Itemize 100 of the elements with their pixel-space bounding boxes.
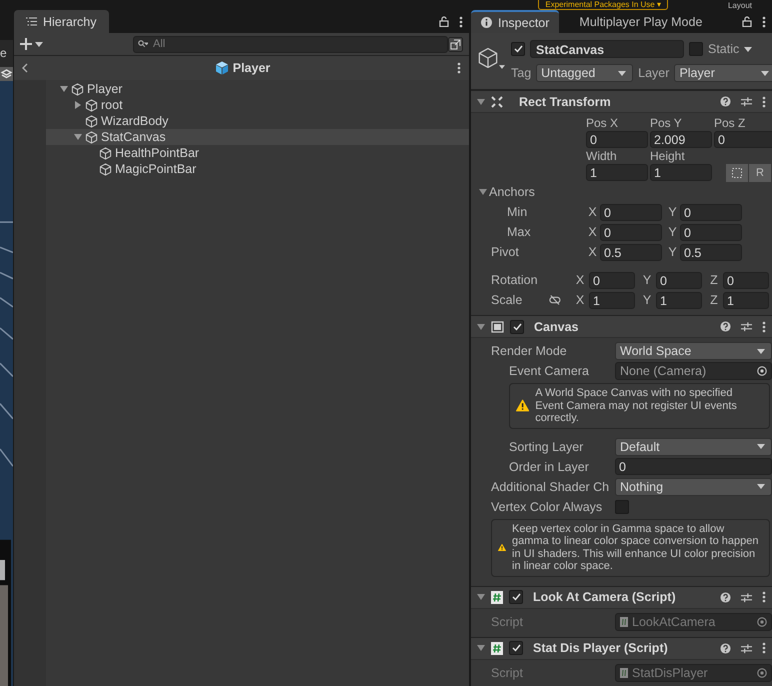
help-icon[interactable] [720, 592, 731, 602]
checkbox[interactable] [509, 641, 523, 655]
caret-icon [744, 46, 752, 52]
help-icon[interactable] [720, 321, 731, 332]
target-icon[interactable] [757, 366, 767, 376]
checkbox[interactable] [511, 42, 525, 56]
blueprint-icon[interactable] [726, 164, 748, 182]
more-icon[interactable] [762, 320, 766, 332]
expanded-arrow-icon[interactable] [74, 133, 82, 141]
checkbox[interactable] [510, 320, 524, 334]
axis-label: Y [667, 205, 678, 219]
more-icon[interactable] [762, 96, 766, 108]
tree-row[interactable]: root [46, 97, 469, 113]
number-field[interactable]: 0 [600, 204, 662, 220]
script-file-icon [620, 616, 628, 626]
dropdown[interactable]: Nothing [615, 478, 772, 496]
unlinked-icon[interactable] [549, 295, 561, 305]
caret-icon [618, 70, 626, 76]
tree-row[interactable]: WizardBody [46, 113, 469, 129]
collapsed-arrow-icon[interactable] [74, 101, 82, 109]
more-icon[interactable] [457, 62, 461, 74]
number-field[interactable]: 0.5 [600, 244, 662, 260]
layer-dropdown[interactable]: Player [674, 64, 772, 82]
canvas-icon [491, 320, 504, 332]
layers-icon[interactable] [0, 67, 13, 81]
number-field[interactable]: 0 [680, 224, 742, 240]
number-field[interactable]: 2.009 [650, 131, 712, 148]
layout-button[interactable]: Layout [728, 1, 752, 10]
field-label: Pos X [586, 116, 620, 130]
number-field[interactable]: 1 [650, 164, 712, 181]
search-field[interactable]: All [133, 36, 448, 52]
more-icon[interactable] [762, 642, 766, 654]
check-icon [512, 322, 522, 330]
field-label: Max [506, 225, 532, 239]
lock-icon[interactable] [742, 16, 752, 27]
scene-tab[interactable]: e [0, 40, 13, 67]
number-field[interactable]: 0 [723, 272, 769, 288]
sliders-icon[interactable] [741, 592, 752, 602]
inspector-tab[interactable]: Inspector [471, 10, 560, 33]
number-field[interactable]: 0 [586, 131, 648, 148]
object-field[interactable]: None (Camera) [615, 362, 772, 380]
add-button[interactable] [20, 38, 43, 50]
number-field[interactable]: 0.5 [680, 244, 742, 260]
help-icon[interactable] [720, 642, 731, 654]
number-field[interactable]: 1 [656, 292, 702, 308]
prefab-title: Player [232, 61, 270, 75]
number-field[interactable]: 0 [589, 272, 635, 288]
more-icon[interactable] [762, 591, 766, 603]
hierarchy-tab[interactable]: Hierarchy [14, 10, 108, 33]
help-icon[interactable] [720, 96, 731, 107]
number-field[interactable]: 0 [714, 131, 772, 148]
lock-icon[interactable] [439, 16, 449, 27]
raw-button[interactable]: R [749, 164, 771, 182]
component-header[interactable]: Rect Transform [471, 90, 772, 113]
tree-row[interactable]: MagicPointBar [46, 161, 469, 177]
tree-row[interactable]: StatCanvas [46, 129, 469, 145]
caret-icon [757, 484, 765, 489]
cube-icon [71, 82, 84, 96]
expanded-arrow-icon[interactable] [477, 98, 485, 106]
inspector-tab[interactable]: Multiplayer Play Mode [569, 10, 712, 33]
cube-icon [99, 162, 112, 176]
expanded-arrow-icon[interactable] [477, 322, 485, 330]
more-icon[interactable] [459, 16, 463, 28]
component-title: Canvas [534, 320, 578, 334]
number-field[interactable]: 0 [656, 272, 702, 288]
cube-icon [99, 146, 112, 160]
axis-label: Y [667, 245, 678, 259]
expanded-arrow-icon[interactable] [479, 188, 487, 196]
number-field[interactable]: 1 [723, 292, 769, 308]
axis-label: Z [709, 273, 719, 287]
tree-row[interactable]: Player [46, 81, 469, 97]
cube-icon [85, 114, 98, 128]
expanded-arrow-icon[interactable] [60, 85, 68, 93]
number-field[interactable]: 0 [600, 224, 662, 240]
field-label: Sorting Layer [508, 440, 584, 454]
object-name: MagicPointBar [115, 162, 196, 176]
checkbox[interactable] [615, 500, 629, 514]
component-header[interactable]: Canvas [471, 315, 772, 338]
expanded-arrow-icon[interactable] [477, 644, 485, 652]
sliders-icon[interactable] [741, 96, 752, 107]
axis-label: X [587, 245, 598, 259]
component-header[interactable]: Look At Camera (Script) [471, 586, 772, 608]
component-header[interactable]: Stat Dis Player (Script) [471, 636, 772, 660]
number-field[interactable]: 1 [586, 164, 648, 181]
dropdown[interactable]: World Space [615, 342, 772, 360]
number-field[interactable]: 1 [589, 292, 635, 308]
tag-dropdown[interactable]: Untagged [536, 64, 634, 82]
more-icon[interactable] [762, 16, 766, 28]
checkbox[interactable] [689, 42, 703, 56]
name-field[interactable]: StatCanvas [530, 40, 684, 58]
sliders-icon[interactable] [741, 321, 752, 332]
field-label: Scale [490, 293, 524, 307]
dropdown[interactable]: Default [615, 438, 772, 456]
expanded-arrow-icon[interactable] [477, 593, 485, 601]
sliders-icon[interactable] [741, 642, 752, 654]
checkbox[interactable] [509, 590, 523, 604]
number-field[interactable]: 0 [615, 458, 772, 475]
expand-icon[interactable] [448, 36, 463, 52]
tree-row[interactable]: HealthPointBar [46, 145, 469, 161]
number-field[interactable]: 0 [680, 204, 742, 220]
